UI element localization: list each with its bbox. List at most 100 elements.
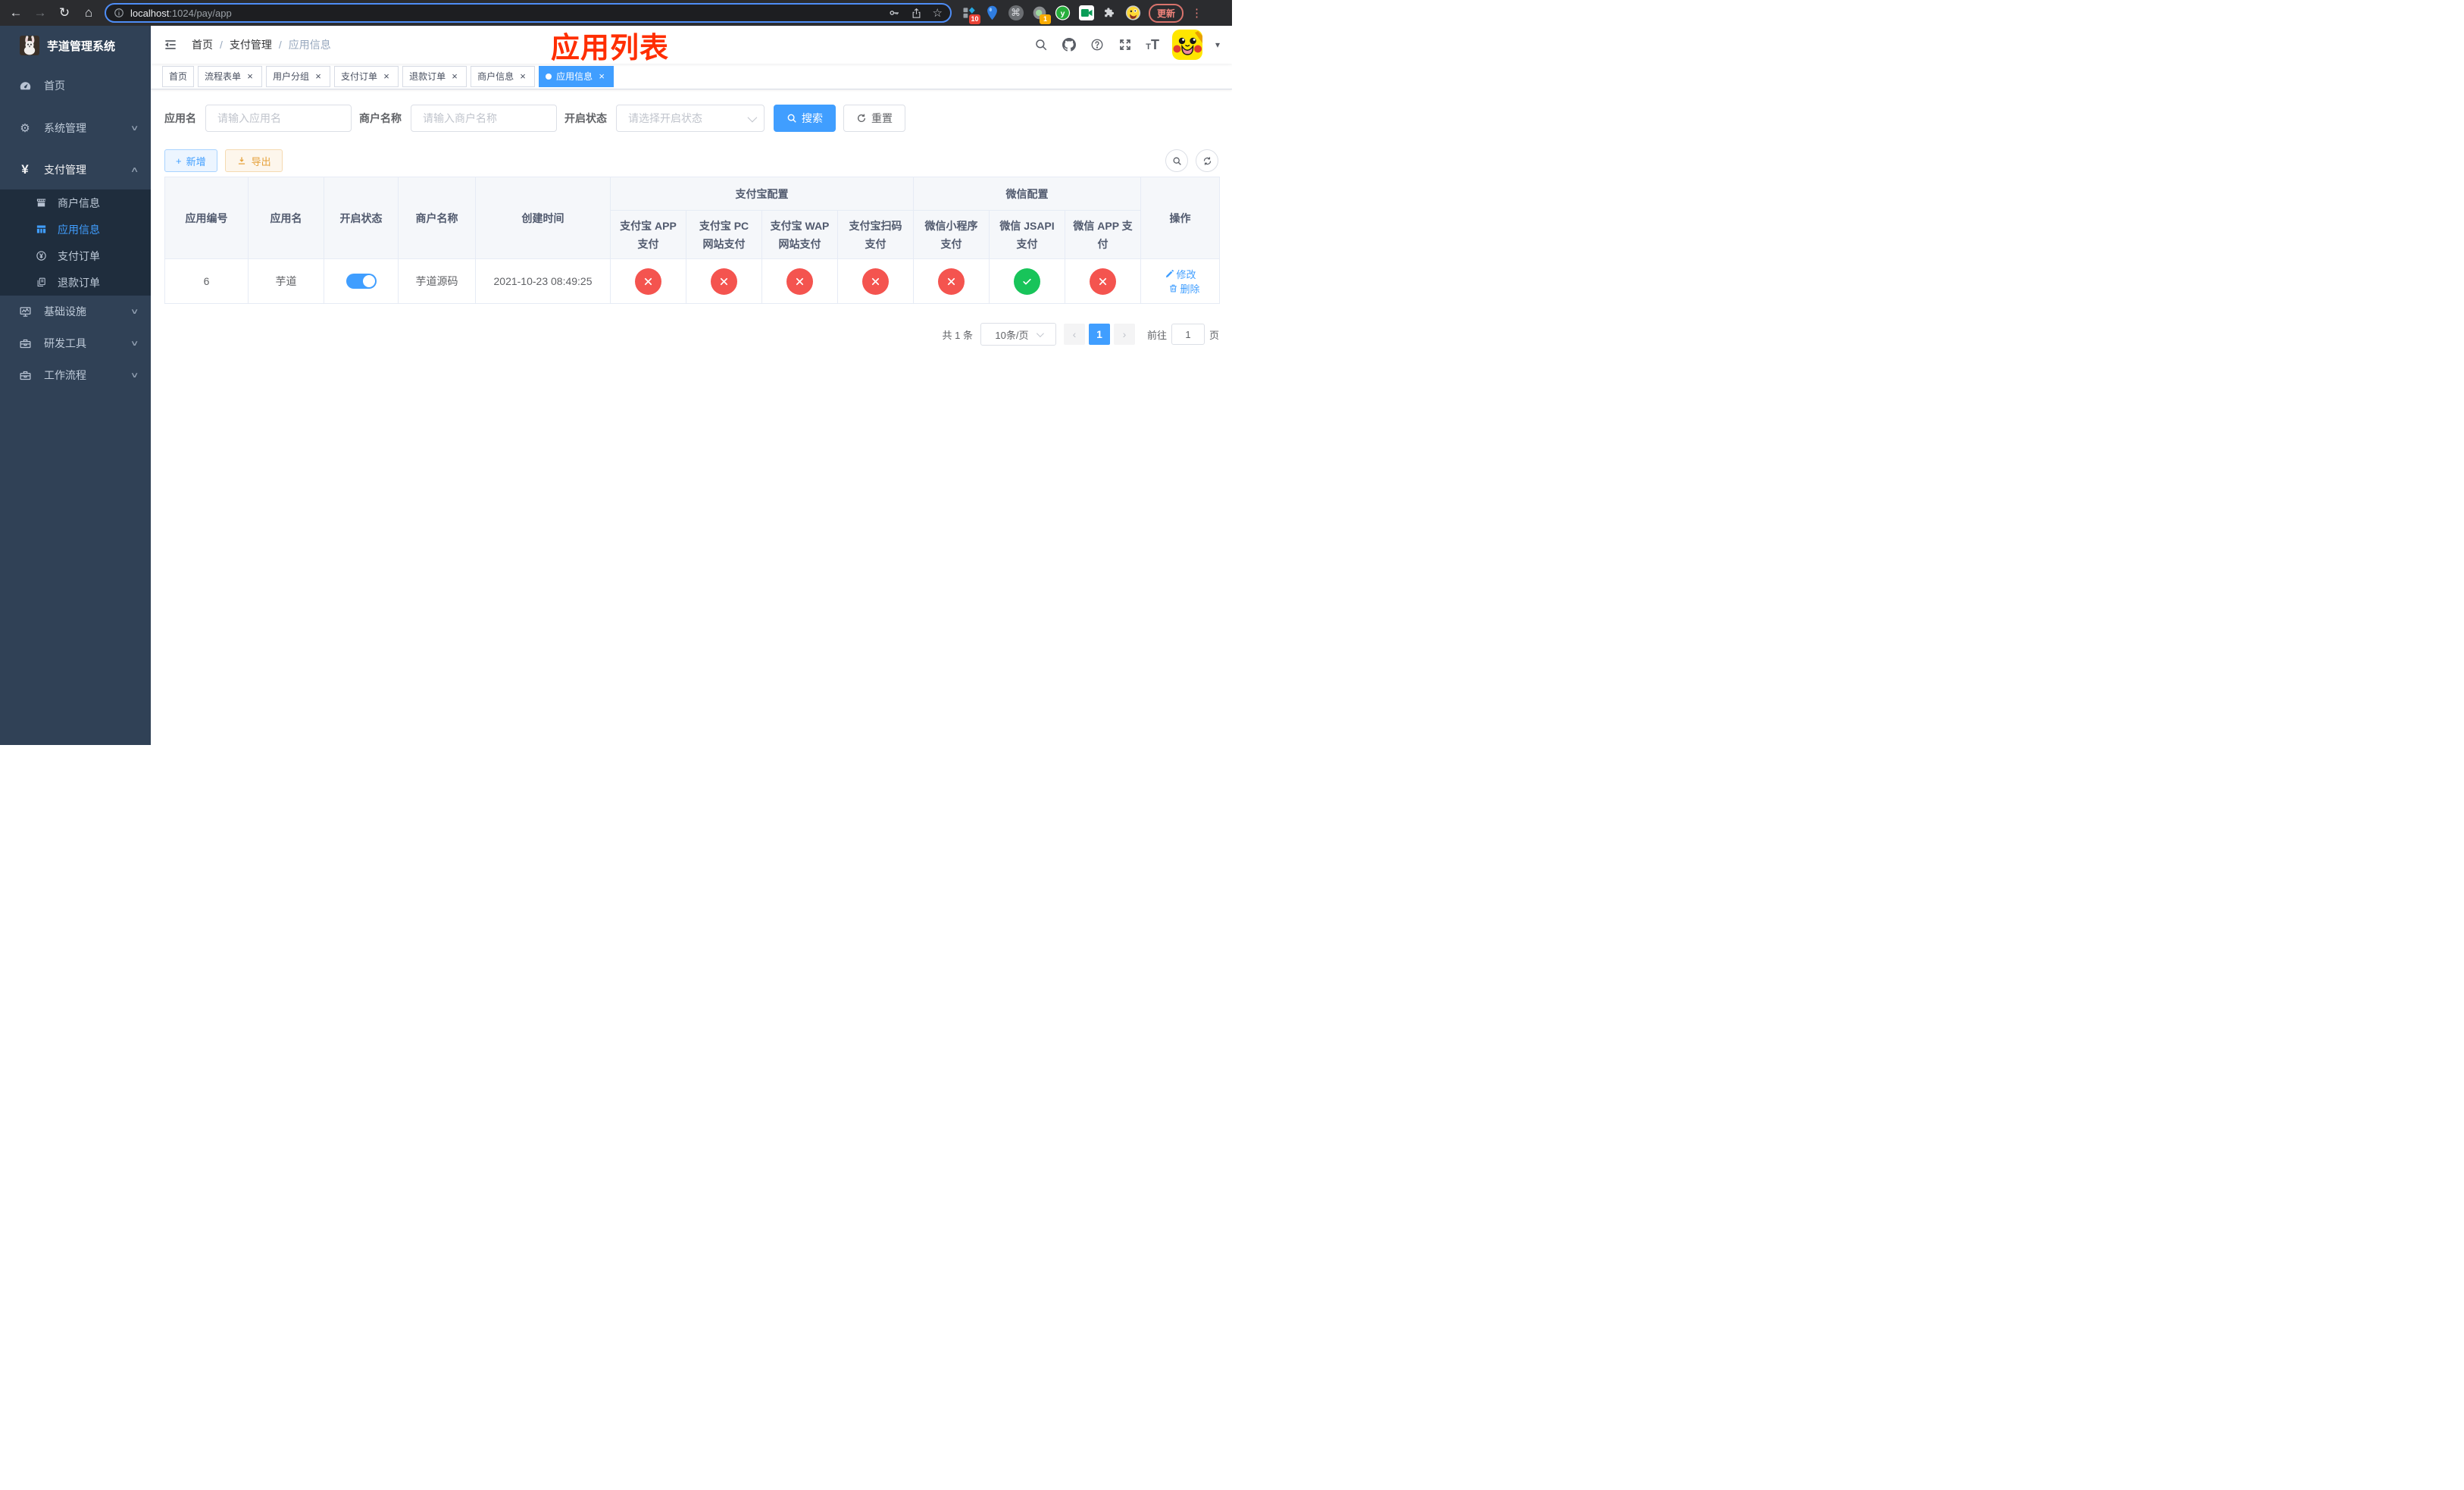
sidebar-item-infrastructure[interactable]: 基础设施 ∨ — [0, 296, 151, 327]
delete-link[interactable]: 删除 — [1168, 281, 1200, 296]
close-icon[interactable]: × — [381, 71, 392, 82]
password-key-icon[interactable] — [888, 7, 900, 19]
plus-icon: + — [176, 155, 182, 167]
tab-home[interactable]: 首页 — [162, 65, 195, 87]
status-label: 开启状态 — [564, 112, 607, 124]
close-icon[interactable]: × — [596, 71, 607, 82]
pencil-icon — [1165, 270, 1174, 278]
browser-menu-icon[interactable]: ⋮ — [1191, 6, 1202, 20]
cell-app-name: 芋道 — [248, 258, 324, 304]
search-form: 应用名 商户名称 开启状态 请选择开启状态 — [164, 105, 1218, 132]
col-header-merchant: 商户名称 — [398, 177, 476, 259]
col-header-actions: 操作 — [1140, 177, 1221, 259]
merchant-name-label: 商户名称 — [359, 112, 402, 124]
extension-command-icon[interactable]: ⌘ — [1008, 5, 1024, 21]
breadcrumb-separator: / — [278, 39, 282, 51]
monitor-chart-icon — [17, 305, 33, 318]
sidebar-item-label: 支付管理 — [44, 164, 86, 176]
sidebar-item-system[interactable]: ⚙ 系统管理 ∨ — [0, 106, 151, 150]
close-icon[interactable]: × — [245, 71, 255, 82]
tab-merchant-info[interactable]: 商户信息 × — [471, 65, 536, 87]
close-icon[interactable]: × — [449, 71, 460, 82]
cell-app-id: 6 — [164, 258, 249, 304]
app-title: 芋道管理系统 — [47, 39, 116, 53]
extensions-puzzle-icon[interactable] — [1102, 5, 1118, 21]
recorder-badge: 1 — [1040, 14, 1051, 24]
extensions-area: 10 ⌘ 1 y 更新 ⋮ — [961, 3, 1202, 24]
sidebar-item-pay-orders[interactable]: 支付订单 — [0, 243, 151, 269]
sidebar-item-label: 基础设施 — [44, 305, 86, 318]
breadcrumb-current: 应用信息 — [288, 39, 331, 51]
sidebar-logo[interactable]: 芋道管理系统 — [0, 26, 151, 65]
extension-kit-icon[interactable]: 10 — [961, 5, 980, 24]
sidebar-item-payment[interactable]: ¥ 支付管理 ∧ — [0, 150, 151, 189]
header-search-icon[interactable] — [1033, 37, 1049, 52]
group-header-alipay: 支付宝配置 — [610, 177, 914, 211]
tags-view-bar: 首页 流程表单 × 用户分组 × 支付订单 × 退款订单 × 商户信息 × 应用信息 × — [151, 64, 1232, 89]
extension-balloon-icon[interactable] — [984, 5, 1000, 21]
reset-button[interactable]: 重置 — [843, 105, 905, 132]
home-icon[interactable]: ⌂ — [79, 3, 98, 23]
tab-process-form[interactable]: 流程表单 × — [198, 65, 263, 87]
col-header-created: 创建时间 — [475, 177, 611, 259]
chevron-down-icon: ∨ — [130, 124, 139, 133]
export-button[interactable]: 导出 — [224, 149, 283, 172]
share-icon[interactable] — [911, 8, 922, 19]
gear-icon: ⚙ — [20, 122, 30, 135]
sidebar-item-home[interactable]: 首页 — [0, 65, 151, 106]
screenshot-root: ← → ↻ ⌂ localhost:1024/pay/app ☆ 10 ⌘ 1 … — [0, 0, 1232, 745]
extension-meet-icon[interactable] — [1078, 5, 1094, 21]
sidebar-item-workflow[interactable]: 工作流程 ∨ — [0, 359, 151, 391]
sidebar-item-refund-orders[interactable]: 退款订单 — [0, 269, 151, 296]
tab-refund-orders[interactable]: 退款订单 × — [402, 65, 467, 87]
goto-page-input[interactable] — [1171, 324, 1205, 345]
address-bar[interactable]: localhost:1024/pay/app ☆ — [105, 3, 952, 23]
avatar-caret-icon[interactable]: ▾ — [1215, 39, 1220, 50]
page-size-select[interactable]: 10条/页 — [980, 323, 1056, 346]
cell-created: 2021-10-23 08:49:25 — [475, 258, 611, 304]
refresh-button[interactable] — [1196, 149, 1218, 172]
toggle-search-button[interactable] — [1165, 149, 1188, 172]
pagination: 共 1 条 10条/页 ‹ 1 › 前往 页 — [164, 323, 1219, 346]
search-button[interactable]: 搜索 — [774, 105, 836, 132]
reload-icon[interactable]: ↻ — [55, 3, 74, 23]
close-icon[interactable]: × — [313, 71, 324, 82]
chevron-down-icon — [1036, 329, 1044, 337]
sidebar-collapse-icon[interactable] — [163, 37, 178, 52]
back-icon[interactable]: ← — [6, 3, 26, 23]
main-area: 首页 / 支付管理 / 应用信息 T T ▾ 应用列表 首页 流程表单 × 用户… — [151, 26, 1232, 745]
tab-pay-orders[interactable]: 支付订单 × — [334, 65, 399, 87]
help-icon[interactable] — [1090, 37, 1105, 52]
tab-user-group[interactable]: 用户分组 × — [266, 65, 331, 87]
site-info-icon[interactable] — [114, 8, 124, 18]
current-page-button[interactable]: 1 — [1088, 324, 1110, 345]
next-page-button[interactable]: › — [1113, 324, 1135, 345]
app-name-input[interactable] — [205, 105, 352, 132]
forward-icon[interactable]: → — [30, 3, 50, 23]
bookmark-star-icon[interactable]: ☆ — [933, 8, 943, 19]
prev-page-button[interactable]: ‹ — [1063, 324, 1085, 345]
add-button[interactable]: + 新增 — [164, 149, 217, 172]
tab-app-info[interactable]: 应用信息 × — [539, 65, 614, 87]
url-domain: localhost — [130, 7, 170, 19]
status-toggle[interactable] — [346, 274, 377, 289]
extension-y-icon[interactable]: y — [1055, 5, 1071, 21]
sidebar-item-app-info[interactable]: 应用信息 — [0, 216, 151, 243]
close-icon[interactable]: × — [518, 71, 528, 82]
documents-icon — [33, 277, 48, 288]
browser-update-button[interactable]: 更新 — [1149, 3, 1184, 23]
font-size-icon[interactable]: TT — [1146, 38, 1159, 52]
user-avatar[interactable] — [1171, 30, 1202, 60]
github-icon[interactable] — [1062, 37, 1077, 52]
status-select[interactable]: 请选择开启状态 — [616, 105, 765, 132]
browser-profile-avatar[interactable] — [1125, 5, 1141, 21]
edit-link[interactable]: 修改 — [1165, 267, 1196, 281]
sidebar-item-merchant-info[interactable]: 商户信息 — [0, 189, 151, 216]
extension-recorder-icon[interactable]: 1 — [1031, 5, 1051, 24]
sidebar-item-label: 系统管理 — [44, 122, 86, 134]
breadcrumb-payment[interactable]: 支付管理 — [230, 37, 272, 52]
fullscreen-icon[interactable] — [1118, 37, 1133, 52]
merchant-name-input[interactable] — [411, 105, 557, 132]
breadcrumb-home[interactable]: 首页 — [192, 37, 213, 52]
sidebar-item-dev-tools[interactable]: 研发工具 ∨ — [0, 327, 151, 359]
